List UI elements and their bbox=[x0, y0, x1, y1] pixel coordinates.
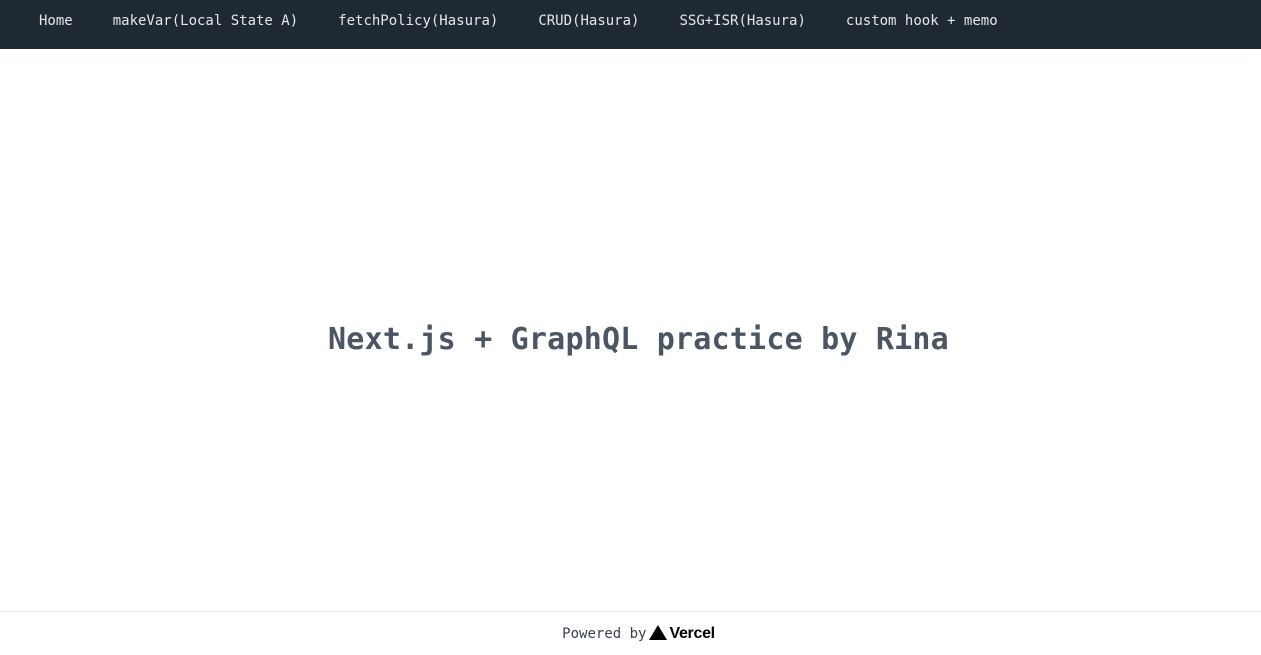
main-content: Next.js + GraphQL practice by Rina bbox=[0, 49, 1261, 611]
nav-link-makevar[interactable]: makeVar(Local State A) bbox=[93, 0, 318, 42]
vercel-triangle-icon bbox=[649, 625, 668, 640]
powered-by-label: Powered by bbox=[562, 625, 647, 642]
vercel-logo-text: Vercel bbox=[669, 624, 715, 642]
page-footer: Powered by Vercel bbox=[0, 611, 1261, 655]
nav-link-home[interactable]: Home bbox=[19, 0, 93, 42]
nav-link-fetchpolicy[interactable]: fetchPolicy(Hasura) bbox=[318, 0, 518, 42]
nav-link-ssg-isr[interactable]: SSG+ISR(Hasura) bbox=[659, 0, 825, 42]
nav-link-custom-hook[interactable]: custom hook + memo bbox=[826, 0, 1018, 42]
app-page: Home makeVar(Local State A) fetchPolicy(… bbox=[0, 0, 1261, 655]
nav-link-crud[interactable]: CRUD(Hasura) bbox=[518, 0, 659, 42]
top-navbar: Home makeVar(Local State A) fetchPolicy(… bbox=[0, 0, 1261, 49]
powered-by-vercel-link[interactable]: Powered by Vercel bbox=[562, 625, 715, 643]
page-title: Next.js + GraphQL practice by Rina bbox=[328, 321, 949, 357]
